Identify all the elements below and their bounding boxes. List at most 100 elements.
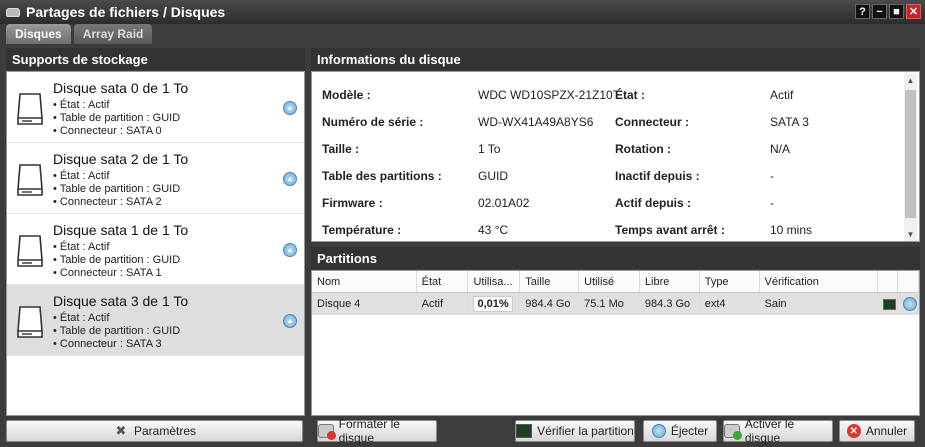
column-header-check[interactable]: Vérification [760, 271, 879, 292]
info-value: 43 °C [478, 222, 509, 237]
info-key: Firmware : [322, 195, 383, 210]
activate-disk-button[interactable]: Activer le disque [723, 417, 833, 445]
scroll-down-icon[interactable]: ▼ [904, 228, 917, 241]
scroll-up-icon[interactable]: ▲ [904, 74, 917, 87]
info-key: Rotation : [615, 141, 671, 156]
column-header-blank [878, 271, 899, 292]
monitor-icon[interactable] [883, 298, 897, 310]
settings-button[interactable]: ✖ Paramètres [6, 420, 303, 442]
eject-icon[interactable]: ▲ [283, 101, 297, 115]
info-value: 1 To [478, 141, 501, 156]
info-key: Actif depuis : [615, 195, 692, 210]
storage-list: Disque sata 0 de 1 To • État : Actif • T… [6, 71, 305, 416]
disk-item-sata2[interactable]: Disque sata 2 de 1 To • État : Actif • T… [7, 143, 304, 214]
usage-bar: 0,01% [473, 296, 513, 312]
help-icon[interactable]: ? [855, 4, 870, 19]
minimize-icon[interactable]: − [872, 4, 887, 19]
disks-window: Partages de fichiers / Disques ? − ■ ✕ D… [0, 0, 925, 447]
disk-info-panel: Modèle : WDC WD10SPZX-21Z10T0 État : Act… [311, 71, 920, 242]
storage-panel-header: Supports de stockage [6, 48, 305, 70]
info-value: SATA 3 [770, 114, 809, 129]
drive-app-icon [6, 7, 20, 17]
info-key: Taille : [322, 141, 360, 156]
column-header-size[interactable]: Taille [520, 271, 580, 292]
partition-name: Disque 4 [312, 293, 417, 315]
disk-title: Disque sata 1 de 1 To [53, 222, 189, 238]
cancel-icon: ✕ [846, 424, 861, 438]
disk-connector: • Connecteur : SATA 3 [53, 338, 162, 350]
column-header-state[interactable]: État [417, 271, 469, 292]
partition-size: 984.4 Go [520, 293, 580, 315]
window-title: Partages de fichiers / Disques [26, 4, 226, 20]
info-value: WD-WX41A49A8YS6 [478, 114, 594, 129]
disk-title: Disque sata 2 de 1 To [53, 151, 189, 167]
title-bar: Partages de fichiers / Disques ? − ■ ✕ [0, 0, 925, 24]
window-controls: ? − ■ ✕ [855, 4, 921, 19]
info-value: GUID [478, 168, 508, 183]
eject-icon[interactable]: ▲ [283, 314, 297, 328]
eject-icon[interactable]: ▲ [283, 172, 297, 186]
disk-connector: • Connecteur : SATA 0 [53, 125, 162, 137]
partitions-panel-header: Partitions [311, 247, 920, 269]
format-label: Formater le disque [338, 417, 400, 445]
cancel-button[interactable]: ✕ Annuler [839, 420, 915, 442]
info-key: Connecteur : [615, 114, 690, 129]
info-row: Taille : 1 To Rotation : N/A [312, 135, 902, 162]
column-header-free[interactable]: Libre [640, 271, 700, 292]
info-value: 02.01A02 [478, 195, 530, 210]
column-header-type[interactable]: Type [700, 271, 760, 292]
tab-disques[interactable]: Disques [6, 24, 71, 44]
column-header-name[interactable]: Nom [312, 271, 417, 292]
table-row[interactable]: Disque 4 Actif 0,01% 984.4 Go 75.1 Mo 98… [312, 293, 919, 315]
column-header-usage[interactable]: Utilisa... [468, 271, 521, 292]
info-key: Modèle : [322, 87, 371, 102]
info-key: Temps avant arrêt : [615, 222, 725, 237]
partition-usage: 0,01% [468, 293, 521, 315]
disk-item-sata3[interactable]: Disque sata 3 de 1 To • État : Actif • T… [7, 285, 304, 356]
disk-partition-table: • Table de partition : GUID [53, 183, 181, 195]
activate-label: Activer le disque [744, 417, 795, 445]
partition-state: Actif [417, 293, 469, 315]
info-scrollbar[interactable]: ▲ ▼ [904, 74, 917, 241]
eject-icon[interactable]: ▲ [283, 243, 297, 257]
hard-drive-icon [17, 93, 43, 125]
tab-array-raid[interactable]: Array Raid [73, 24, 153, 44]
disk-connector: • Connecteur : SATA 2 [53, 196, 162, 208]
disk-connector: • Connecteur : SATA 1 [53, 267, 162, 279]
verify-partition-button[interactable]: Vérifier la partition [515, 420, 635, 442]
disk-title: Disque sata 3 de 1 To [53, 293, 189, 309]
eject-button[interactable]: Éjecter [643, 420, 717, 442]
eject-icon [651, 424, 666, 438]
activate-disk-icon [724, 424, 742, 440]
info-value: - [770, 195, 774, 210]
info-value: WDC WD10SPZX-21Z10T0 [478, 87, 616, 102]
info-value: Actif [770, 87, 794, 102]
settings-label: Paramètres [133, 424, 197, 438]
partitions-header-row: Nom État Utilisa... Taille Utilisé Libre… [312, 271, 919, 293]
close-icon[interactable]: ✕ [906, 4, 921, 19]
maximize-icon[interactable]: ■ [889, 4, 904, 19]
partitions-table: Nom État Utilisa... Taille Utilisé Libre… [311, 270, 920, 416]
disk-item-sata0[interactable]: Disque sata 0 de 1 To • État : Actif • T… [7, 72, 304, 143]
info-value: 10 mins [770, 222, 813, 237]
tab-bar: Disques Array Raid [6, 24, 153, 44]
partition-check: Sain [760, 293, 879, 315]
hard-drive-icon [17, 306, 43, 338]
eject-icon[interactable] [903, 297, 918, 311]
info-row: Modèle : WDC WD10SPZX-21Z10T0 État : Act… [312, 81, 902, 108]
partition-type: ext4 [700, 293, 760, 315]
info-row: Température : 43 °C Temps avant arrêt : … [312, 216, 902, 243]
info-panel-header: Informations du disque [311, 48, 920, 70]
scroll-thumb[interactable] [905, 90, 916, 218]
info-key: État : [615, 87, 645, 102]
disk-partition-table: • Table de partition : GUID [53, 254, 181, 266]
disk-item-sata1[interactable]: Disque sata 1 de 1 To • État : Actif • T… [7, 214, 304, 285]
info-value: - [770, 168, 774, 183]
format-disk-button[interactable]: Formater le disque [317, 417, 437, 445]
column-header-used[interactable]: Utilisé [579, 271, 640, 292]
monitor-icon [516, 424, 533, 438]
verify-label: Vérifier la partition [537, 424, 634, 438]
info-key: Table des partitions : [322, 168, 442, 183]
cancel-label: Annuler [865, 424, 908, 438]
info-row: Numéro de série : WD-WX41A49A8YS6 Connec… [312, 108, 902, 135]
